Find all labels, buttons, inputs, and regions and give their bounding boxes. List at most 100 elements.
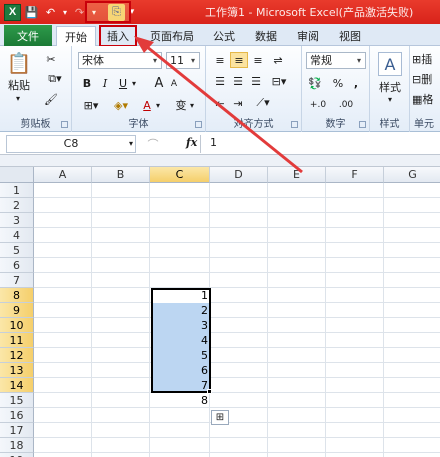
formula-input[interactable]: 1	[210, 136, 217, 149]
number-launcher-icon[interactable]	[359, 121, 366, 128]
number-format-dropdown-icon[interactable]: ▾	[353, 53, 365, 68]
row-header-7[interactable]: 7	[0, 273, 34, 288]
insert-cells-icon[interactable]: ⊞ 插	[412, 52, 440, 67]
cell-c11[interactable]: 4	[151, 333, 208, 348]
column-header-e[interactable]: E	[268, 167, 326, 183]
font-color-dropdown-icon[interactable]: ▾	[154, 98, 162, 112]
select-all-corner[interactable]	[0, 167, 34, 183]
column-header-f[interactable]: F	[326, 167, 384, 183]
italic-button[interactable]: I	[98, 76, 112, 90]
alignment-launcher-icon[interactable]	[291, 121, 298, 128]
delete-cells-icon[interactable]: ⊟ 删	[412, 72, 440, 87]
underline-dropdown-icon[interactable]: ▾	[130, 76, 138, 90]
column-header-g[interactable]: G	[384, 167, 440, 183]
row-header-5[interactable]: 5	[0, 243, 34, 258]
wrap-text-icon[interactable]: ⇌	[270, 52, 286, 68]
align-right-icon[interactable]: ☰	[248, 74, 264, 88]
cell-c15[interactable]: 8	[151, 393, 208, 408]
phonetic-button[interactable]: 变	[174, 98, 188, 112]
align-left-icon[interactable]: ☰	[212, 74, 228, 88]
underline-button[interactable]: U	[116, 76, 130, 90]
increase-decimal-button[interactable]: +.0	[306, 98, 330, 112]
font-size-combo[interactable]: 11 ▾	[166, 52, 200, 69]
row-header-14[interactable]: 14	[0, 378, 34, 393]
orientation-icon[interactable]: ⟋▾	[252, 96, 274, 110]
row-header-1[interactable]: 1	[0, 183, 34, 198]
cut-icon[interactable]: ✂	[44, 52, 58, 66]
font-name-combo[interactable]: 宋体 ▾	[78, 52, 162, 69]
row-header-10[interactable]: 10	[0, 318, 34, 333]
column-header-c[interactable]: C	[150, 167, 210, 183]
cell-c9[interactable]: 2	[151, 303, 208, 318]
row-header-3[interactable]: 3	[0, 213, 34, 228]
fill-handle[interactable]	[207, 389, 212, 394]
cell-c12[interactable]: 5	[151, 348, 208, 363]
column-header-a[interactable]: A	[34, 167, 92, 183]
row-header-4[interactable]: 4	[0, 228, 34, 243]
shrink-font-button[interactable]: A	[168, 77, 180, 91]
percent-button[interactable]: %	[332, 76, 344, 90]
increase-indent-icon[interactable]: ⇥	[230, 96, 246, 110]
decrease-indent-icon[interactable]: ⇤	[212, 96, 228, 110]
font-color-button[interactable]: A	[140, 98, 154, 112]
row-header-17[interactable]: 17	[0, 423, 34, 438]
styles-dropdown-icon[interactable]: ▾	[384, 94, 396, 104]
column-header-b[interactable]: B	[92, 167, 150, 183]
grow-font-button[interactable]: A	[152, 76, 166, 91]
styles-button-label[interactable]: 样式	[374, 80, 406, 94]
font-launcher-icon[interactable]	[195, 121, 202, 128]
column-header-d[interactable]: D	[210, 167, 268, 183]
align-center-icon[interactable]: ☰	[230, 74, 246, 88]
tab-view[interactable]: 视图	[332, 26, 368, 46]
clipboard-launcher-icon[interactable]	[61, 121, 68, 128]
autofill-options-icon[interactable]: ⊞	[211, 410, 229, 425]
cell-c14[interactable]: 7	[151, 378, 208, 393]
cell-c13[interactable]: 6	[151, 363, 208, 378]
row-header-8[interactable]: 8	[0, 288, 34, 303]
tab-review[interactable]: 审阅	[290, 26, 326, 46]
row-header-18[interactable]: 18	[0, 438, 34, 453]
row-header-16[interactable]: 16	[0, 408, 34, 423]
number-format-combo[interactable]: 常规 ▾	[306, 52, 366, 69]
worksheet-grid[interactable]: ABCDEFG123456789101112131415161718191234…	[0, 167, 440, 457]
font-name-dropdown-icon[interactable]: ▾	[149, 53, 161, 68]
paste-button-label[interactable]: 粘贴	[4, 78, 34, 92]
align-top-icon[interactable]: ≡	[212, 52, 228, 68]
align-middle-icon[interactable]: ≡	[230, 52, 248, 68]
styles-icon[interactable]: A	[378, 52, 402, 76]
name-box[interactable]: C8 ▾	[6, 135, 136, 153]
row-header-12[interactable]: 12	[0, 348, 34, 363]
phonetic-dropdown-icon[interactable]: ▾	[188, 98, 196, 112]
accounting-format-icon[interactable]: 💱	[306, 76, 324, 90]
row-header-2[interactable]: 2	[0, 198, 34, 213]
tab-data[interactable]: 数据	[248, 26, 284, 46]
row-header-6[interactable]: 6	[0, 258, 34, 273]
borders-icon[interactable]: ⊞▾	[80, 98, 102, 112]
undo-dropdown-icon[interactable]: ▾	[61, 4, 69, 21]
comma-button[interactable]: ,	[350, 76, 362, 90]
fill-color-icon[interactable]: ◈▾	[110, 98, 132, 112]
undo-icon[interactable]: ↶	[42, 4, 59, 21]
tab-formulas[interactable]: 公式	[206, 26, 242, 46]
row-header-9[interactable]: 9	[0, 303, 34, 318]
tab-page-layout[interactable]: 页面布局	[144, 26, 200, 46]
tab-file[interactable]: 文件	[4, 25, 52, 46]
format-painter-icon[interactable]: 🖌	[44, 92, 58, 106]
paste-icon[interactable]: 📋	[7, 50, 32, 76]
row-header-13[interactable]: 13	[0, 363, 34, 378]
align-bottom-icon[interactable]: ≡	[250, 52, 266, 68]
font-size-dropdown-icon[interactable]: ▾	[187, 53, 199, 68]
name-box-dropdown-icon[interactable]: ▾	[129, 136, 133, 152]
excel-app-icon[interactable]: X	[4, 3, 21, 21]
row-header-15[interactable]: 15	[0, 393, 34, 408]
tab-insert[interactable]: 插入	[99, 25, 137, 47]
merge-center-icon[interactable]: ⊟▾	[268, 74, 290, 88]
decrease-decimal-button[interactable]: .00	[334, 98, 358, 112]
row-header-19[interactable]: 19	[0, 453, 34, 457]
row-header-11[interactable]: 11	[0, 333, 34, 348]
copy-icon[interactable]: ⧉▾	[44, 72, 66, 86]
paste-dropdown-icon[interactable]: ▾	[12, 93, 24, 103]
insert-function-button[interactable]: fx	[186, 136, 197, 149]
cancel-entry-icon[interactable]: ⌒	[146, 136, 160, 152]
cell-c8[interactable]: 1	[151, 288, 208, 303]
